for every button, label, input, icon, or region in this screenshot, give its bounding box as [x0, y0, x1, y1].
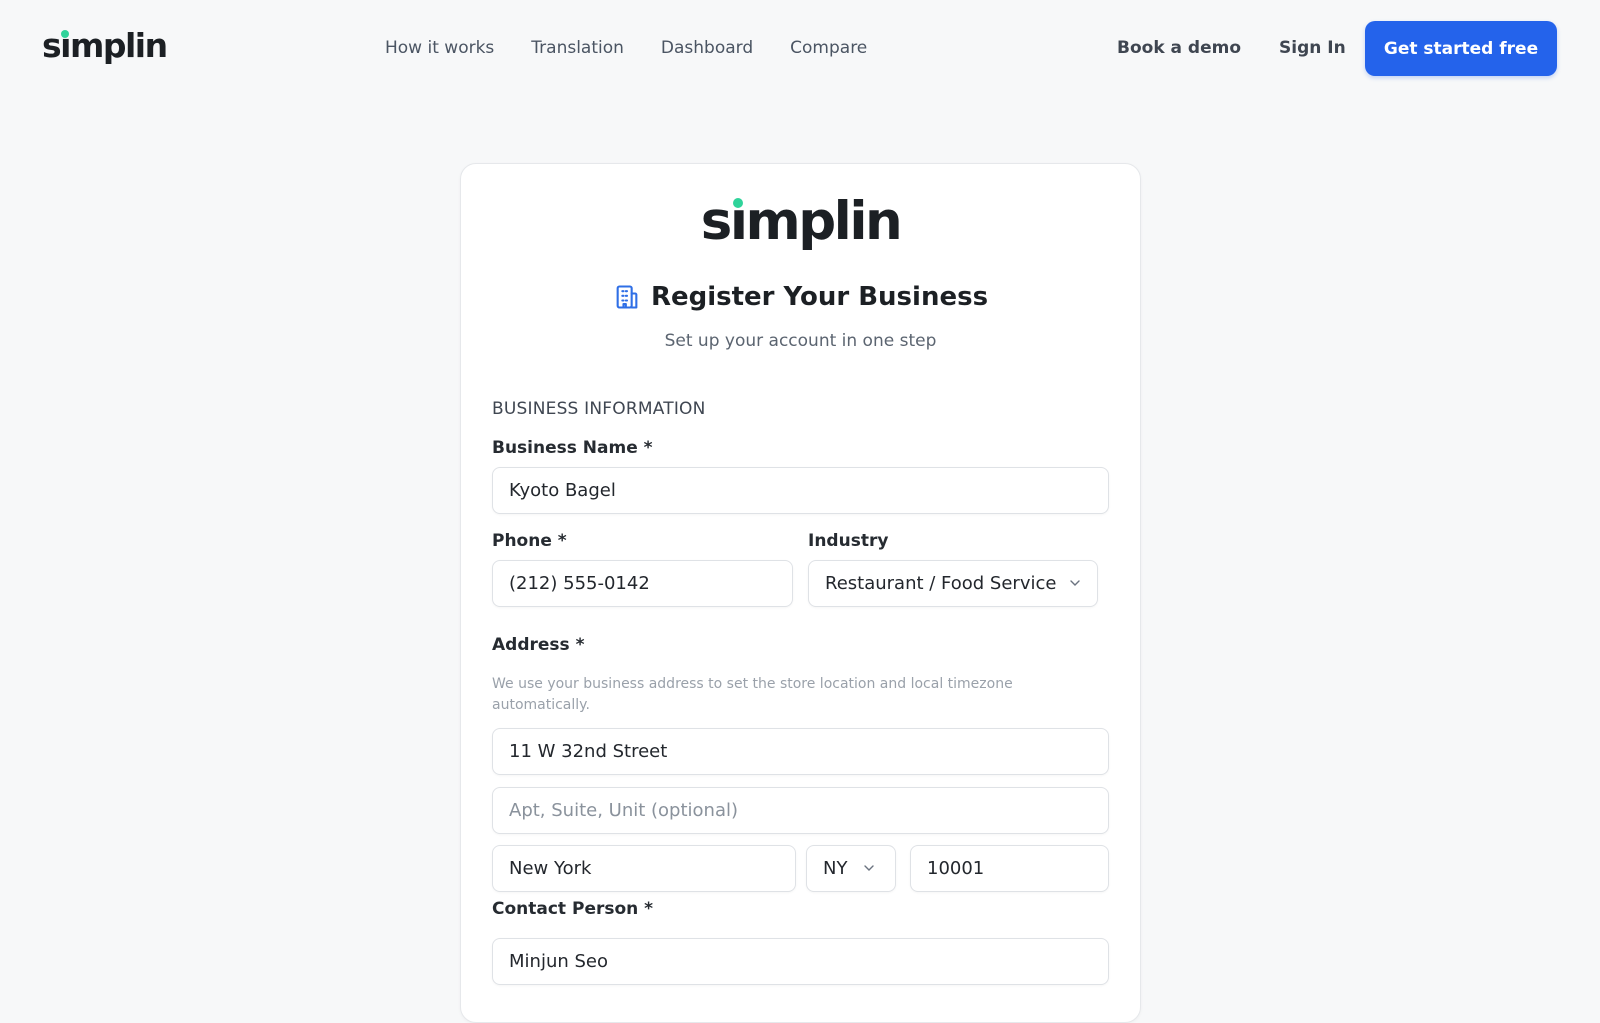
brand-logo[interactable]: s ımplin — [42, 26, 168, 66]
card-brand-logo: s ımplin — [461, 190, 1140, 254]
form-subtitle: Set up your account in one step — [664, 331, 937, 351]
nav-link-compare[interactable]: Compare — [790, 36, 867, 60]
building-icon — [616, 285, 638, 309]
business-name-input[interactable]: Kyoto Bagel — [492, 467, 1109, 514]
chevron-down-icon — [864, 865, 874, 871]
nav-link-dashboard[interactable]: Dashboard — [661, 36, 753, 60]
top-navigation-bar: s ımplin How it works Translation Dashboa… — [0, 0, 1600, 96]
logo-i: ı — [730, 190, 748, 254]
logo-dot-icon — [732, 198, 743, 208]
section-heading-business-info: BUSINESS INFORMATION — [492, 399, 706, 419]
industry-label: Industry — [808, 531, 889, 551]
logo-i: ı — [60, 26, 71, 66]
logo-text-part: mplin — [69, 26, 168, 65]
registration-card: s ımplin Register Your Business Set up yo… — [460, 163, 1141, 1023]
form-title-row: Register Your Business — [461, 280, 1140, 314]
nav-link-how-it-works[interactable]: How it works — [385, 36, 494, 60]
contact-person-label: Contact Person * — [492, 899, 654, 919]
zip-input[interactable]: 10001 — [910, 845, 1109, 892]
state-select[interactable]: NY — [806, 845, 896, 892]
contact-person-input[interactable]: Minjun Seo — [492, 938, 1109, 985]
business-name-label: Business Name * — [492, 438, 653, 458]
logo-text-part: mplin — [745, 191, 902, 252]
industry-select-value: Restaurant / Food Service — [825, 573, 1057, 594]
chevron-down-icon — [1070, 580, 1080, 586]
phone-input[interactable]: (212) 555-0142 — [492, 560, 793, 607]
street-address-input[interactable]: 11 W 32nd Street — [492, 728, 1109, 775]
get-started-button[interactable]: Get started free — [1365, 21, 1557, 76]
form-title: Register Your Business — [650, 282, 989, 312]
state-select-value: NY — [823, 858, 848, 879]
logo-dot-icon — [61, 30, 70, 38]
address-hint: We use your business address to set the … — [492, 676, 1013, 713]
logo-text-part: s — [42, 26, 62, 65]
unit-address-input[interactable]: Apt, Suite, Unit (optional) — [492, 787, 1109, 834]
sign-in-link[interactable]: Sign In — [1279, 36, 1346, 60]
city-input[interactable]: New York — [492, 845, 796, 892]
logo-text-part: s — [700, 191, 733, 252]
book-demo-link[interactable]: Book a demo — [1117, 36, 1241, 60]
main-nav: How it works Translation Dashboard Compa… — [385, 36, 904, 60]
industry-select[interactable]: Restaurant / Food Service — [808, 560, 1098, 607]
nav-link-translation[interactable]: Translation — [531, 36, 624, 60]
phone-label: Phone * — [492, 531, 567, 551]
address-label: Address * — [492, 635, 585, 655]
